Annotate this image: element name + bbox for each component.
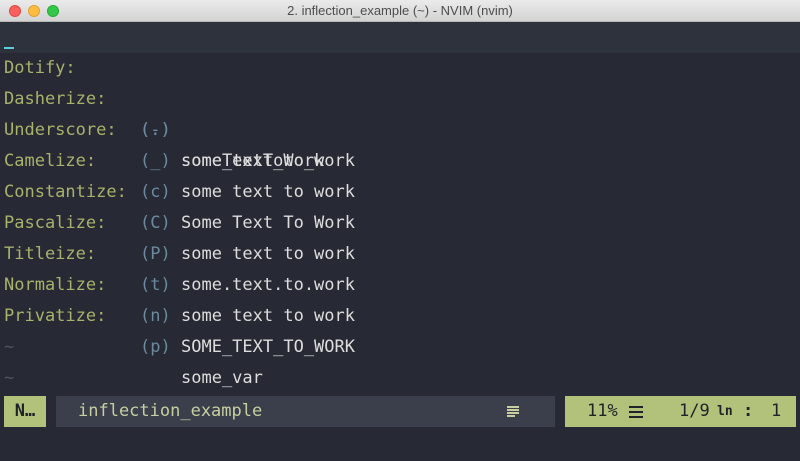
terminal-window: 2. inflection_example (~) - NVIM (nvim) … xyxy=(0,0,800,461)
line-abbr: (C) xyxy=(140,213,171,233)
line-abbr: (n) xyxy=(140,306,171,326)
line-value: some_var xyxy=(181,368,263,388)
buffer-line[interactable]: Privatize: (p) some_var xyxy=(0,270,263,388)
empty-line-marker: ~ xyxy=(0,301,61,357)
line-abbr: (_) xyxy=(140,151,171,171)
line-value: some.text.to.work xyxy=(181,275,355,295)
buffer-line[interactable]: Camelize: (c) Some Text To Work xyxy=(0,115,355,233)
file-name: inflection_example xyxy=(78,401,263,421)
line-abbr: (c) xyxy=(140,182,171,202)
empty-line-marker: ~ xyxy=(0,363,61,419)
cursor xyxy=(4,47,14,49)
column-position: 1 xyxy=(771,401,782,421)
position-separator: : xyxy=(743,401,754,421)
mode-indicator: N… xyxy=(4,396,46,427)
lines-icon xyxy=(507,406,519,418)
line-value: some text to work xyxy=(181,182,355,202)
statusline: N… inflection_example 11% 1/9 ln : 1 xyxy=(0,394,800,429)
buffer-line[interactable]: Dotify: (.) someTextToWork xyxy=(0,22,800,171)
statusline-file-section: inflection_example xyxy=(56,396,555,427)
line-position: 1/9 xyxy=(679,401,710,421)
menu-icon xyxy=(629,406,643,418)
buffer-line[interactable]: Constantize: (C) some text to work xyxy=(0,146,355,264)
line-value: some_text_to_work xyxy=(181,151,355,171)
line-value: Some Text To Work xyxy=(181,213,355,233)
editor-buffer[interactable]: Dotify: (.) someTextToWork Dasherize: (-… xyxy=(0,22,800,419)
buffer-line[interactable]: Titleize: (t) some text to work xyxy=(0,208,355,326)
empty-line-marker: ~ xyxy=(0,332,61,388)
line-number-icon: ln xyxy=(717,404,733,419)
statusline-position-section: 11% 1/9 ln : 1 xyxy=(565,396,796,427)
scroll-percent: 11% xyxy=(587,401,618,421)
line-abbr: (t) xyxy=(140,275,171,295)
line-value: SOME_TEXT_TO_WORK xyxy=(181,337,355,357)
line-abbr: (p) xyxy=(140,337,171,357)
buffer-line[interactable]: Normalize: (n) SOME_TEXT_TO_WORK xyxy=(0,239,355,357)
line-abbr: (P) xyxy=(140,244,171,264)
window-title: 2. inflection_example (~) - NVIM (nvim) xyxy=(287,3,513,18)
command-line[interactable] xyxy=(0,429,800,461)
line-value: some text to work xyxy=(181,244,355,264)
buffer-line[interactable]: Dasherize: (-) some_text_to_work xyxy=(0,53,355,171)
buffer-line[interactable]: Underscore: (_) some text to work xyxy=(0,84,355,202)
title-bar[interactable]: 2. inflection_example (~) - NVIM (nvim) xyxy=(0,0,800,22)
line-value: some text to work xyxy=(181,306,355,326)
buffer-line[interactable]: Pascalize: (P) some.text.to.work xyxy=(0,177,355,295)
line-abbr: (-) xyxy=(140,120,171,140)
